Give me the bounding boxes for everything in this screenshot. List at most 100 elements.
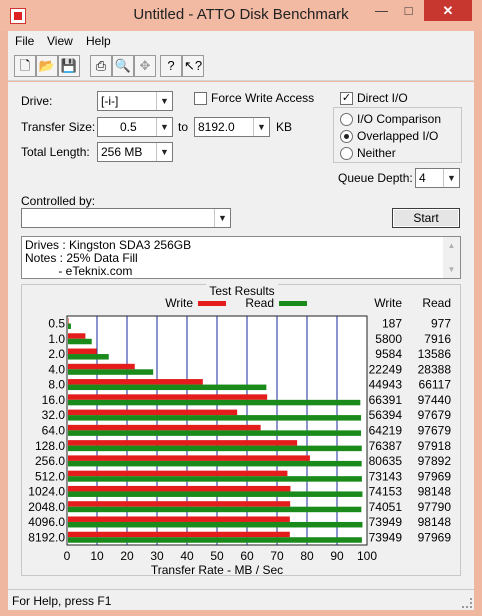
menu-view[interactable]: View bbox=[47, 34, 73, 48]
read-value-label: 98148 bbox=[418, 485, 452, 499]
io-comparison-radio[interactable] bbox=[340, 113, 353, 126]
write-bar bbox=[68, 440, 298, 446]
x-tick-label: 90 bbox=[330, 549, 344, 563]
read-bar bbox=[68, 323, 71, 329]
force-write-label: Force Write Access bbox=[211, 91, 315, 105]
print-preview-icon[interactable]: 🔍 bbox=[112, 55, 134, 77]
start-button[interactable]: Start bbox=[392, 208, 460, 228]
queue-depth-label: Queue Depth: bbox=[338, 171, 413, 185]
controlled-by-label: Controlled by: bbox=[21, 194, 96, 208]
read-value-label: 977 bbox=[431, 317, 451, 331]
y-tick-label: 2.0 bbox=[48, 347, 65, 361]
read-bar bbox=[68, 491, 363, 497]
menu-bar: File View Help bbox=[8, 31, 474, 51]
status-text: For Help, press F1 bbox=[12, 594, 112, 608]
y-tick-label: 8192.0 bbox=[28, 530, 65, 544]
read-bar bbox=[68, 537, 362, 543]
x-tick-label: 50 bbox=[210, 549, 224, 563]
resize-grip-icon[interactable] bbox=[462, 598, 472, 608]
io-comparison-label: I/O Comparison bbox=[357, 112, 442, 126]
test-results-group: Test Results 0 10 20 30 40 50 60 70 80 90 100 Trans… bbox=[21, 284, 461, 576]
write-bar bbox=[68, 394, 268, 400]
y-tick-label: 64.0 bbox=[42, 424, 66, 438]
write-bar bbox=[68, 516, 290, 522]
neither-radio[interactable] bbox=[340, 147, 353, 160]
y-tick-label: 128.0 bbox=[35, 439, 65, 453]
y-tick-label: 32.0 bbox=[42, 408, 66, 422]
x-tick-label: 0 bbox=[64, 549, 71, 563]
write-value-label: 56394 bbox=[369, 408, 403, 422]
read-value-label: 97918 bbox=[418, 439, 452, 453]
maximize-button[interactable]: □ bbox=[395, 0, 422, 21]
x-tick-label: 70 bbox=[270, 549, 284, 563]
legend-read-swatch bbox=[279, 301, 307, 306]
open-icon[interactable]: 📂 bbox=[36, 55, 58, 77]
write-bar bbox=[68, 318, 69, 324]
chevron-down-icon: ▼ bbox=[443, 169, 459, 187]
total-length-select[interactable]: 256 MB ▼ bbox=[97, 142, 173, 162]
controlled-by-select[interactable]: ▼ bbox=[21, 208, 231, 228]
minimize-button[interactable]: — bbox=[368, 0, 395, 21]
write-value-label: 44943 bbox=[369, 378, 403, 392]
x-axis-label: Transfer Rate - MB / Sec bbox=[151, 563, 283, 576]
read-bar bbox=[68, 399, 361, 406]
read-value-label: 97440 bbox=[418, 393, 452, 407]
write-value-label: 73949 bbox=[369, 515, 403, 529]
results-chart: 0 10 20 30 40 50 60 70 80 90 100 Transfer Rate - MB… bbox=[28, 296, 452, 576]
read-value-label: 13586 bbox=[418, 347, 452, 361]
write-bar bbox=[68, 531, 290, 538]
write-value-label: 73949 bbox=[369, 530, 403, 544]
read-value-label: 97679 bbox=[418, 424, 452, 438]
context-help-icon[interactable]: ↖? bbox=[182, 55, 204, 77]
scroll-down-icon: ▼ bbox=[447, 265, 456, 274]
read-bar bbox=[68, 445, 362, 452]
status-bar: For Help, press F1 bbox=[8, 589, 474, 610]
move-icon[interactable]: ✥ bbox=[134, 55, 156, 77]
save-icon[interactable]: 💾 bbox=[58, 55, 80, 77]
write-value-label: 80635 bbox=[369, 454, 403, 468]
read-bar bbox=[68, 521, 363, 528]
transfer-size-to-select[interactable]: 8192.0 ▼ bbox=[194, 117, 270, 137]
main-panel: Drive: [-i-] ▼ Force Write Access Transfe… bbox=[8, 82, 474, 589]
write-value-label: 187 bbox=[382, 317, 402, 331]
write-bar bbox=[68, 333, 86, 339]
close-button[interactable]: ✕ bbox=[424, 0, 472, 21]
new-icon[interactable]: 🗋 bbox=[14, 55, 36, 77]
write-value-label: 5800 bbox=[375, 332, 402, 346]
neither-label: Neither bbox=[357, 146, 396, 160]
drive-select[interactable]: [-i-] ▼ bbox=[97, 91, 173, 111]
print-icon[interactable]: ⎙ bbox=[90, 55, 112, 77]
legend-write-label: Write bbox=[165, 296, 193, 310]
write-bar bbox=[68, 424, 261, 431]
kb-label: KB bbox=[276, 120, 293, 134]
notes-scrollbar[interactable]: ▲ ▼ bbox=[443, 237, 460, 278]
direct-io-checkbox[interactable]: ✓ bbox=[340, 92, 353, 105]
read-bar bbox=[68, 338, 92, 345]
transfer-size-from-select[interactable]: 0.5 ▼ bbox=[97, 117, 173, 137]
total-length-label: Total Length: bbox=[21, 145, 90, 159]
menu-help[interactable]: Help bbox=[86, 34, 111, 48]
menu-file[interactable]: File bbox=[15, 34, 34, 48]
help-icon[interactable]: ? bbox=[160, 55, 182, 77]
title-bar[interactable]: Untitled - ATTO Disk Benchmark — □ ✕ bbox=[0, 0, 482, 31]
read-value-label: 97892 bbox=[418, 454, 452, 468]
write-bar bbox=[68, 470, 288, 477]
chevron-down-icon: ▼ bbox=[214, 209, 230, 227]
scroll-up-icon: ▲ bbox=[447, 241, 456, 250]
force-write-checkbox[interactable] bbox=[194, 92, 207, 105]
chevron-down-icon: ▼ bbox=[253, 118, 269, 136]
read-bar bbox=[68, 506, 362, 513]
read-value-label: 97790 bbox=[418, 500, 452, 514]
notes-textarea[interactable]: Drives : Kingston SDA3 256GB Notes : 25%… bbox=[21, 236, 461, 279]
y-tick-label: 2048.0 bbox=[28, 500, 65, 514]
drive-label: Drive: bbox=[21, 94, 53, 108]
read-bar bbox=[68, 354, 109, 360]
write-value-label: 9584 bbox=[375, 347, 402, 361]
write-value-label: 66391 bbox=[369, 393, 403, 407]
read-bar bbox=[68, 415, 362, 421]
queue-depth-select[interactable]: 4 ▼ bbox=[415, 168, 460, 188]
x-tick-label: 40 bbox=[180, 549, 194, 563]
to-label: to bbox=[178, 120, 189, 134]
overlapped-io-radio[interactable] bbox=[340, 130, 353, 143]
write-value-label: 64219 bbox=[369, 424, 403, 438]
